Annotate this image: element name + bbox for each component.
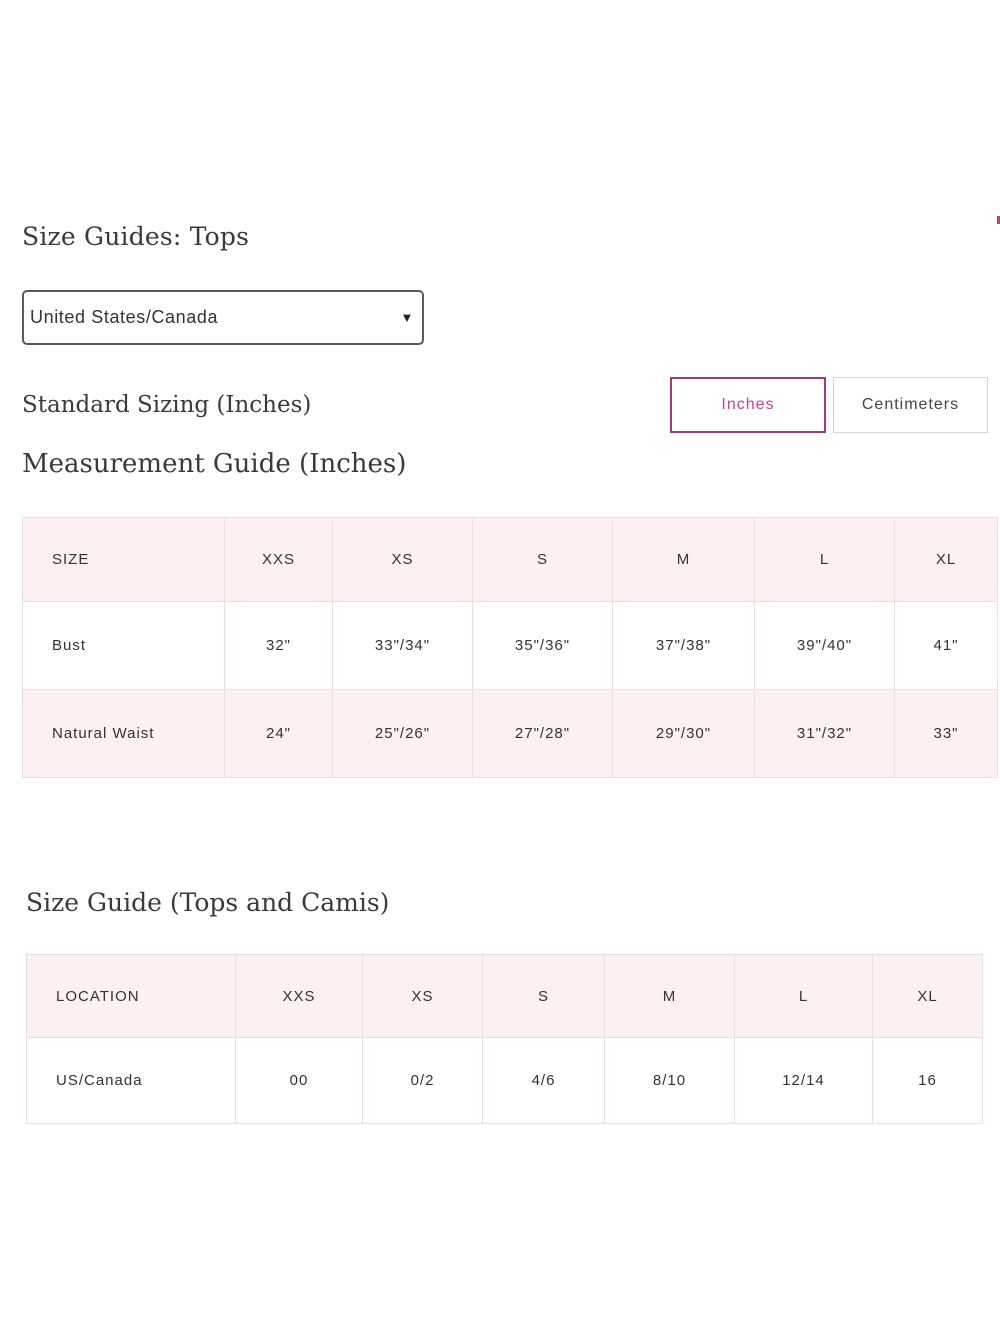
table-row: US/Canada 00 0/2 4/6 8/10 12/14 16 bbox=[26, 1037, 983, 1124]
table-cell: 0/2 bbox=[362, 1037, 483, 1124]
table-header-row: SIZE XXS XS S M L XL bbox=[22, 517, 998, 602]
table-cell: 29"/30" bbox=[612, 689, 755, 778]
table-cell: 37"/38" bbox=[612, 601, 755, 690]
table-cell: US/Canada bbox=[26, 1037, 236, 1124]
table-cell: 16 bbox=[872, 1037, 983, 1124]
table-cell: 12/14 bbox=[734, 1037, 873, 1124]
table-header-cell: L bbox=[754, 517, 895, 602]
page-title: Size Guides: Tops bbox=[22, 222, 250, 251]
table-cell: 35"/36" bbox=[472, 601, 613, 690]
standard-sizing-label: Standard Sizing (Inches) bbox=[22, 392, 312, 418]
table-cell: 8/10 bbox=[604, 1037, 735, 1124]
table-header-cell: S bbox=[482, 954, 605, 1038]
size-guide-camis-table: LOCATION XXS XS S M L XL US/Canada 00 0/… bbox=[26, 954, 983, 1124]
table-header-row: LOCATION XXS XS S M L XL bbox=[26, 954, 983, 1038]
region-select[interactable]: United States/Canada ▼ bbox=[22, 290, 424, 345]
table-header-cell: L bbox=[734, 954, 873, 1038]
table-header-cell: XXS bbox=[235, 954, 363, 1038]
table-cell: 4/6 bbox=[482, 1037, 605, 1124]
table-header-cell: M bbox=[612, 517, 755, 602]
table-header-cell: XS bbox=[362, 954, 483, 1038]
table-row: Natural Waist 24" 25"/26" 27"/28" 29"/30… bbox=[22, 689, 998, 778]
table-cell: Natural Waist bbox=[22, 689, 225, 778]
table-cell: 27"/28" bbox=[472, 689, 613, 778]
region-select-value: United States/Canada bbox=[30, 307, 219, 327]
table-header-cell: M bbox=[604, 954, 735, 1038]
table-row: Bust 32" 33"/34" 35"/36" 37"/38" 39"/40"… bbox=[22, 601, 998, 690]
measurement-guide-table: SIZE XXS XS S M L XL Bust 32" 33"/34" 35… bbox=[22, 517, 998, 778]
table-header-cell: SIZE bbox=[22, 517, 225, 602]
inches-toggle-button[interactable]: Inches bbox=[670, 377, 826, 433]
table-header-cell: S bbox=[472, 517, 613, 602]
table-cell: 00 bbox=[235, 1037, 363, 1124]
table-header-cell: XXS bbox=[224, 517, 333, 602]
size-guide-camis-title: Size Guide (Tops and Camis) bbox=[26, 888, 390, 917]
table-cell: 33" bbox=[894, 689, 998, 778]
measurement-guide-title: Measurement Guide (Inches) bbox=[22, 449, 407, 479]
table-header-cell: LOCATION bbox=[26, 954, 236, 1038]
table-header-cell: XL bbox=[872, 954, 983, 1038]
table-cell: 31"/32" bbox=[754, 689, 895, 778]
chevron-down-icon: ▼ bbox=[400, 310, 414, 325]
table-cell: 33"/34" bbox=[332, 601, 473, 690]
table-cell: 41" bbox=[894, 601, 998, 690]
table-cell: 32" bbox=[224, 601, 333, 690]
table-header-cell: XS bbox=[332, 517, 473, 602]
table-cell: 39"/40" bbox=[754, 601, 895, 690]
centimeters-toggle-button[interactable]: Centimeters bbox=[833, 377, 988, 433]
table-cell: 24" bbox=[224, 689, 333, 778]
table-header-cell: XL bbox=[894, 517, 998, 602]
table-cell: Bust bbox=[22, 601, 225, 690]
table-cell: 25"/26" bbox=[332, 689, 473, 778]
